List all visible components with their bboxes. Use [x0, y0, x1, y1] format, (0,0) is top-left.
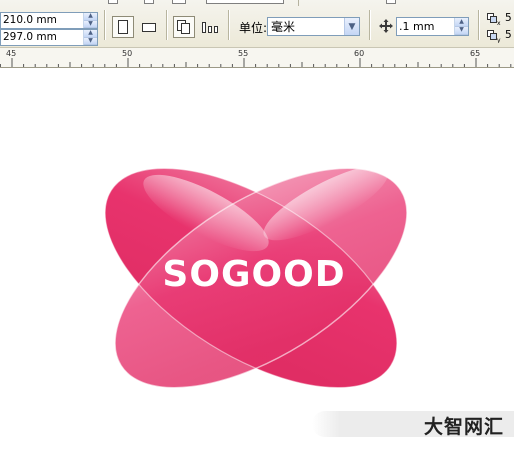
watermark-badge: 大智网汇 — [312, 411, 514, 438]
page-width-spinner[interactable]: ▲ ▼ — [83, 13, 97, 28]
property-bar: 210.0 mm ▲ ▼ 297.0 mm ▲ ▼ 单位: 毫米 ▼ .1 mm… — [0, 0, 514, 48]
sogood-logo[interactable]: SOGOOD — [86, 158, 426, 388]
spin-down-icon[interactable]: ▼ — [455, 26, 468, 35]
toolbar-separator — [369, 10, 371, 40]
drawing-canvas[interactable]: SOGOOD 大智网汇 — [0, 68, 514, 451]
svg-text:x: x — [497, 20, 501, 26]
watermark-text: 大智网汇 — [423, 416, 504, 438]
horizontal-ruler[interactable]: 45 50 55 60 65 — [0, 48, 514, 68]
chevron-down-icon[interactable]: ▼ — [344, 18, 359, 35]
paper-type-field-fragment[interactable] — [206, 0, 284, 4]
toolbar-separator — [478, 10, 480, 40]
toolbar-separator — [104, 10, 106, 40]
page-height-value[interactable]: 297.0 mm — [1, 30, 83, 45]
toolbar-top-strip — [0, 0, 514, 6]
toolbar-separator — [298, 0, 299, 6]
units-label: 单位: — [239, 21, 268, 35]
nudge-distance-field[interactable]: .1 mm ▲ ▼ — [396, 17, 469, 36]
duplicate-distance-y-icon: y — [487, 30, 501, 43]
spin-down-icon[interactable]: ▼ — [84, 37, 97, 45]
current-page-icon — [202, 22, 218, 33]
nudge-distance-spinner[interactable]: ▲ ▼ — [454, 18, 468, 35]
ruler-label: 50 — [122, 49, 133, 58]
ruler-ticks — [0, 58, 512, 67]
ruler-label: 65 — [470, 49, 481, 58]
all-pages-button[interactable] — [173, 16, 195, 38]
units-select[interactable]: 毫米 ▼ — [267, 17, 360, 36]
landscape-button[interactable] — [138, 16, 160, 38]
duplicate-distance-x-icon: x — [487, 13, 501, 26]
svg-text:y: y — [497, 37, 501, 43]
toolbar-button-fragment[interactable] — [144, 0, 154, 4]
toolbar-separator — [166, 10, 168, 40]
all-pages-icon — [177, 20, 190, 34]
current-page-button[interactable] — [199, 16, 221, 38]
ruler-label: 55 — [238, 49, 249, 58]
toolbar-button-fragment[interactable] — [386, 0, 396, 4]
landscape-icon — [142, 23, 156, 32]
page-width-field[interactable]: 210.0 mm ▲ ▼ — [0, 12, 98, 29]
portrait-icon — [118, 20, 128, 34]
logo-text: SOGOOD — [162, 254, 345, 295]
spin-up-icon[interactable]: ▲ — [455, 18, 468, 27]
units-value[interactable]: 毫米 — [268, 18, 344, 35]
page-height-spinner[interactable]: ▲ ▼ — [83, 30, 97, 45]
duplicate-distance-x-value[interactable]: 5 — [505, 12, 512, 24]
ruler-label: 60 — [354, 49, 365, 58]
nudge-distance-value[interactable]: .1 mm — [397, 19, 454, 34]
duplicate-distance-y-value[interactable]: 5 — [505, 29, 512, 41]
portrait-button[interactable] — [112, 16, 134, 38]
toolbar-button-fragment[interactable] — [108, 0, 118, 4]
toolbar-separator — [228, 10, 230, 40]
ruler-label: 45 — [6, 49, 17, 58]
nudge-offset-icon — [379, 19, 393, 33]
page-height-field[interactable]: 297.0 mm ▲ ▼ — [0, 29, 98, 46]
spin-down-icon[interactable]: ▼ — [84, 20, 97, 28]
toolbar-button-fragment[interactable] — [172, 0, 186, 4]
page-width-value[interactable]: 210.0 mm — [1, 13, 83, 28]
